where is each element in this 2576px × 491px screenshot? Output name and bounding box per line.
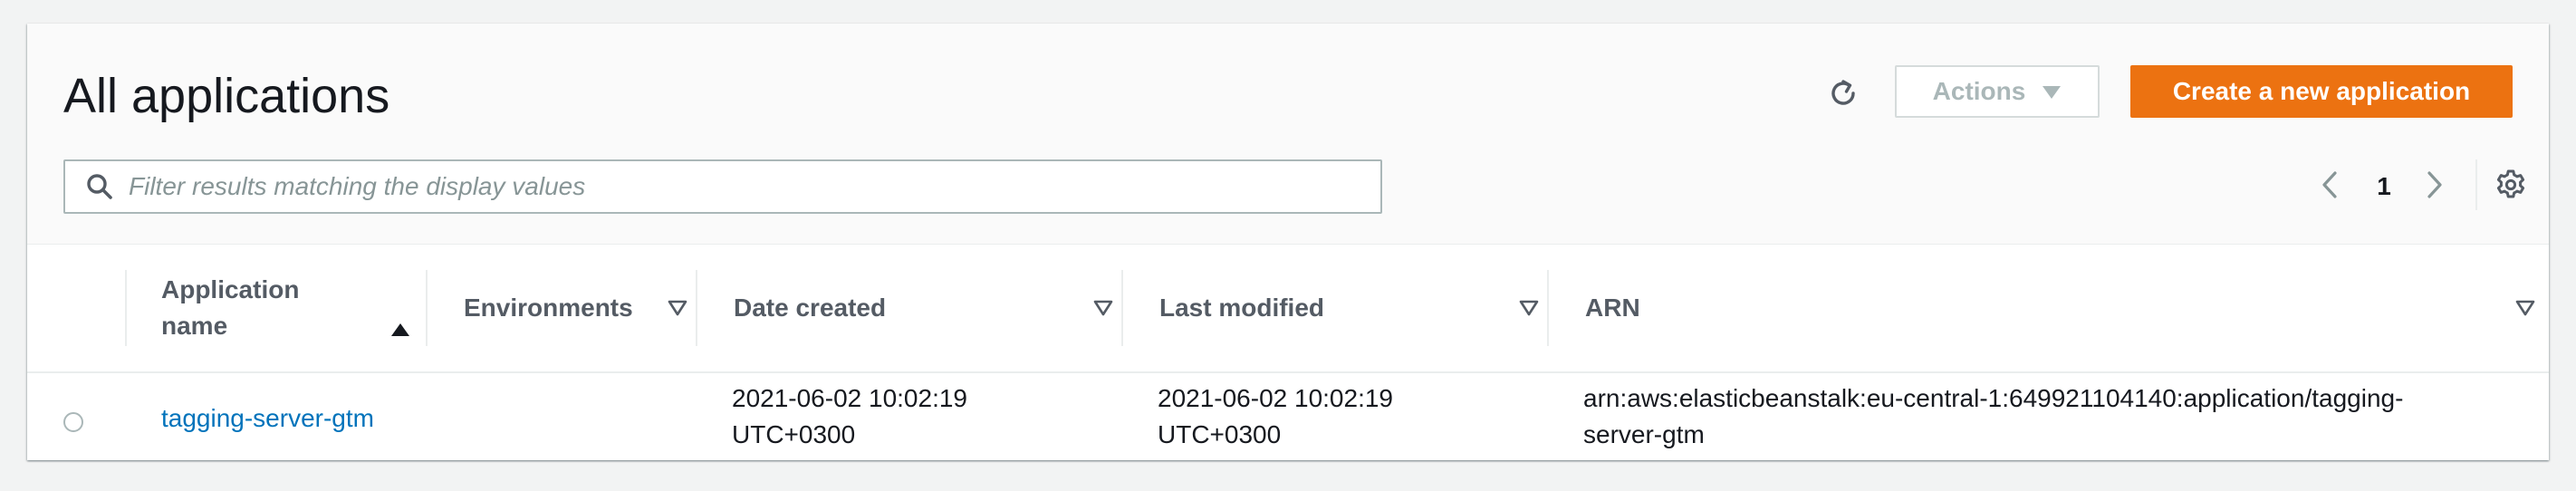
column-divider [696, 270, 697, 346]
sort-caret-icon [1518, 297, 1540, 319]
page-number[interactable]: 1 [2364, 168, 2404, 205]
refresh-icon [1827, 77, 1860, 114]
chevron-left-icon [2320, 170, 2340, 204]
date-created-cell: 2021-06-02 10:02:19 UTC+0300 [732, 384, 967, 448]
column-header-date-created[interactable]: Date created [734, 245, 1123, 371]
row-select-radio[interactable] [63, 412, 83, 432]
last-modified-cell: 2021-06-02 10:02:19 UTC+0300 [1158, 384, 1393, 448]
page-title: All applications [63, 69, 390, 123]
search-icon [85, 172, 114, 201]
header-row-divider [27, 371, 2549, 373]
sort-caret-icon [667, 297, 688, 319]
create-application-button[interactable]: Create a new application [2130, 65, 2513, 118]
refresh-button[interactable] [1812, 69, 1875, 121]
preferences-button[interactable] [2489, 165, 2533, 208]
column-header-last-modified[interactable]: Last modified [1159, 245, 1549, 371]
applications-table-container: All applications Actions Create a new ap… [27, 24, 2549, 460]
caret-down-icon [2042, 77, 2062, 106]
column-divider [1121, 270, 1123, 346]
filter-field[interactable] [63, 159, 1382, 214]
previous-page-button[interactable] [2310, 167, 2350, 207]
column-header-environments[interactable]: Environments [464, 245, 690, 371]
sort-ascending-icon [389, 319, 411, 341]
chevron-right-icon [2425, 170, 2445, 204]
pagination-divider [2475, 159, 2477, 210]
filter-input[interactable] [127, 171, 1362, 202]
next-page-button[interactable] [2415, 167, 2455, 207]
column-divider [426, 270, 428, 346]
application-name-link[interactable]: tagging-server-gtm [161, 400, 374, 437]
arn-cell: arn:aws:elasticbeanstalk:eu-central-1:64… [1583, 384, 2404, 448]
table-header: All applications Actions Create a new ap… [27, 24, 2549, 245]
gear-icon [2494, 168, 2527, 206]
column-divider [1547, 270, 1549, 346]
column-header-application-name[interactable]: Application name [161, 245, 424, 371]
sort-caret-icon [1092, 297, 1114, 319]
column-divider [125, 270, 127, 346]
actions-label: Actions [1932, 77, 2026, 105]
column-header-label: Application name [161, 275, 300, 340]
actions-button[interactable]: Actions [1895, 65, 2100, 118]
sort-caret-icon [2514, 297, 2536, 319]
column-header-arn[interactable]: ARN [1585, 245, 2536, 371]
